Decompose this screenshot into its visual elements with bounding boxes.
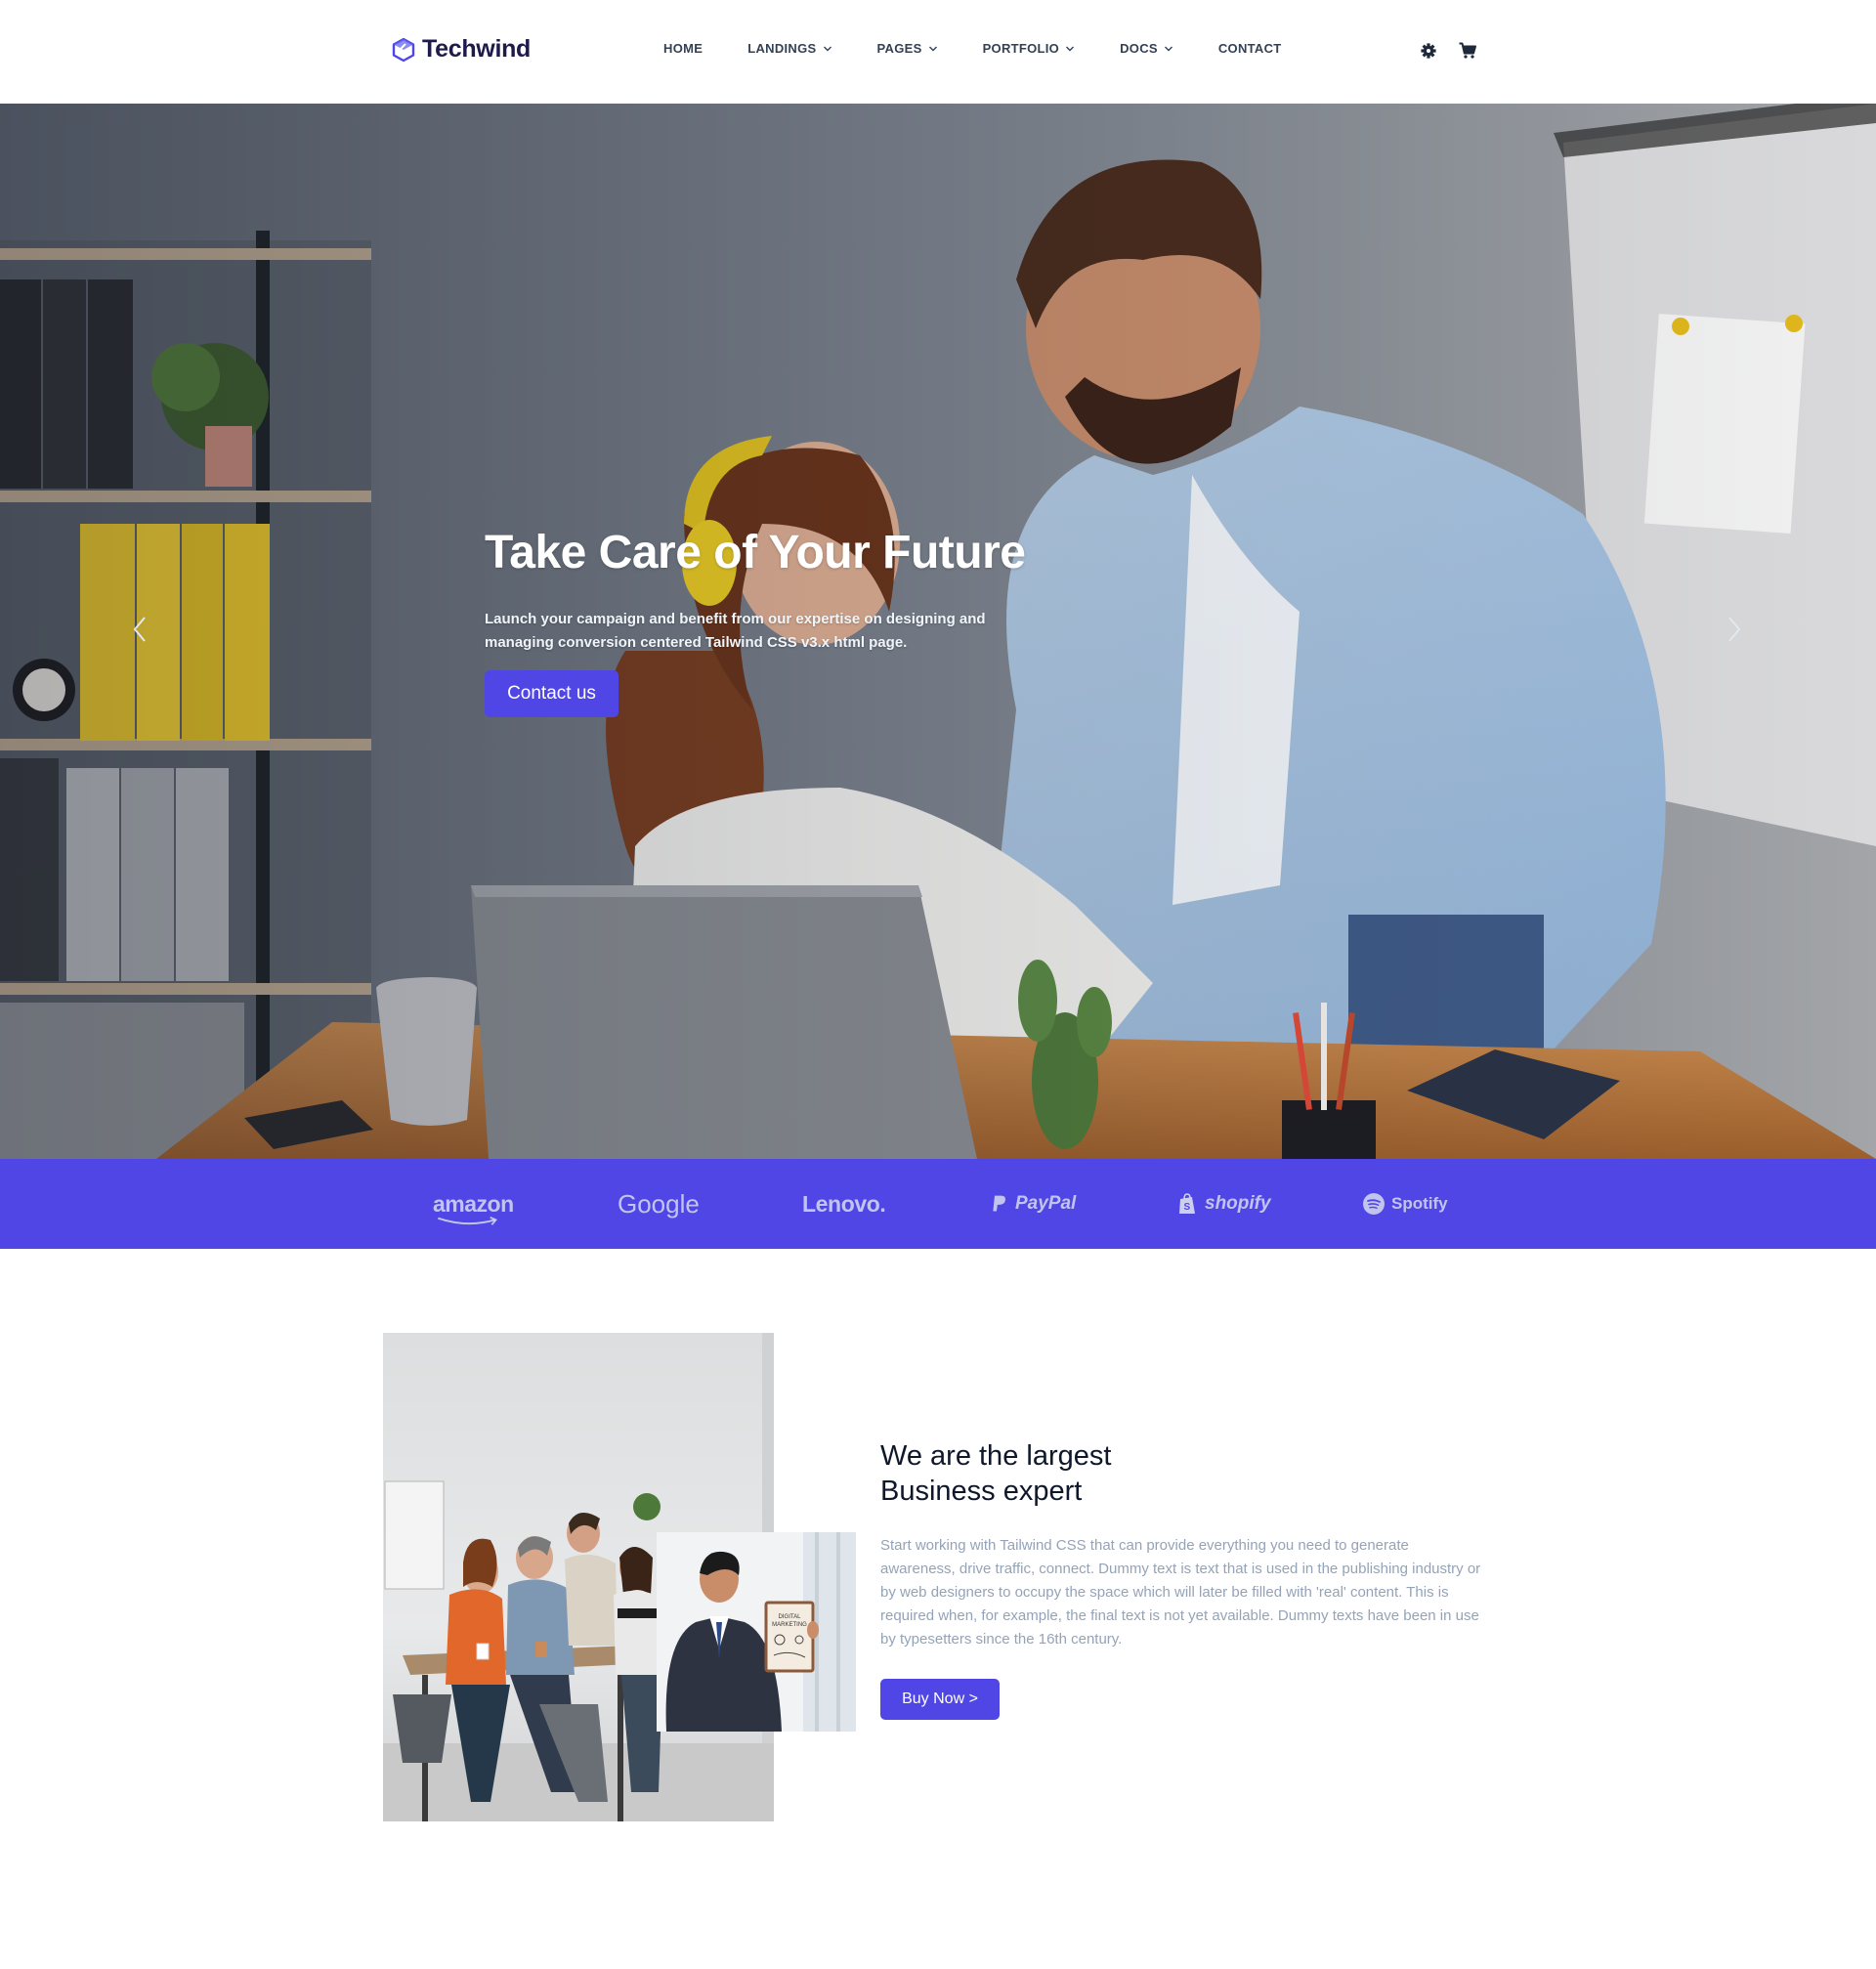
nav-item-pages[interactable]: PAGES xyxy=(877,41,938,56)
businessman-image: DIGITAL MARKETING xyxy=(657,1532,856,1732)
chevron-left-icon[interactable] xyxy=(127,610,152,649)
cube-logo-icon xyxy=(392,37,415,62)
svg-text:MARKETING: MARKETING xyxy=(772,1622,807,1628)
nav-item-label: CONTACT xyxy=(1217,41,1282,56)
about-title-line: Business expert xyxy=(880,1476,1083,1507)
nav-actions xyxy=(1419,41,1477,61)
spotify-icon xyxy=(1363,1193,1385,1215)
brand-name: shopify xyxy=(1205,1193,1271,1214)
nav-item-label: PAGES xyxy=(876,41,922,56)
hero-subtitle: Launch your campaign and benefit from ou… xyxy=(485,611,986,651)
contact-us-button[interactable]: Contact us xyxy=(485,670,618,717)
shopify-bag-icon: S xyxy=(1179,1193,1195,1214)
partners-strip: amazon Google Lenovo. PayPal S shopify S… xyxy=(0,1159,1876,1249)
chevron-down-icon xyxy=(823,46,831,51)
nav-item-contact[interactable]: CONTACT xyxy=(1218,41,1282,56)
chevron-right-icon[interactable] xyxy=(1722,610,1747,649)
brand-name: Google xyxy=(618,1188,700,1219)
nav-item-landings[interactable]: LANDINGS xyxy=(747,41,831,56)
nav-item-label: DOCS xyxy=(1120,41,1158,56)
nav-item-label: HOME xyxy=(663,41,704,56)
about-title-line: We are the largest xyxy=(880,1440,1112,1472)
paypal-icon xyxy=(993,1195,1005,1212)
nav-item-home[interactable]: HOME xyxy=(663,41,703,56)
cart-icon[interactable] xyxy=(1458,41,1477,61)
amazon-smile-icon xyxy=(438,1216,497,1225)
gear-icon[interactable] xyxy=(1419,41,1438,61)
nav-item-label: LANDINGS xyxy=(747,41,817,56)
logo-text: Techwind xyxy=(422,35,532,63)
brand-google: Google xyxy=(618,1184,700,1223)
chevron-down-icon xyxy=(928,46,937,51)
hero-slider: Take Care of Your Future Launch your cam… xyxy=(0,104,1876,1159)
about-title: We are the largest Business expert xyxy=(880,1438,1111,1509)
hero-title: Take Care of Your Future xyxy=(485,527,1026,578)
brand-name: PayPal xyxy=(1015,1193,1077,1214)
main-nav: HOME LANDINGS PAGES PORTFOLIO DOCS CONTA… xyxy=(663,41,1282,56)
nav-item-docs[interactable]: DOCS xyxy=(1120,41,1173,56)
brand-name: Lenovo. xyxy=(802,1190,886,1217)
nav-item-label: PORTFOLIO xyxy=(982,41,1060,56)
brand-name: Spotify xyxy=(1391,1194,1448,1213)
brand-spotify: Spotify xyxy=(1362,1184,1448,1223)
buy-now-button[interactable]: Buy Now > xyxy=(880,1679,1000,1720)
navbar: Techwind HOME LANDINGS PAGES PORTFOLIO D… xyxy=(0,0,1876,104)
brand-paypal: PayPal xyxy=(990,1184,1076,1223)
logo[interactable]: Techwind xyxy=(391,35,531,64)
brand-lenovo: Lenovo. xyxy=(802,1184,886,1223)
brand-shopify: S shopify xyxy=(1175,1184,1271,1223)
brand-name: amazon xyxy=(433,1190,514,1217)
svg-text:DIGITAL: DIGITAL xyxy=(779,1614,802,1620)
chevron-down-icon xyxy=(1164,46,1172,51)
brand-amazon: amazon xyxy=(433,1184,514,1225)
businessman-photo: DIGITAL MARKETING xyxy=(657,1532,856,1732)
nav-item-portfolio[interactable]: PORTFOLIO xyxy=(983,41,1076,56)
svg-text:S: S xyxy=(1184,1202,1191,1213)
chevron-down-icon xyxy=(1066,46,1075,51)
about-description: Start working with Tailwind CSS that can… xyxy=(880,1537,1481,1648)
